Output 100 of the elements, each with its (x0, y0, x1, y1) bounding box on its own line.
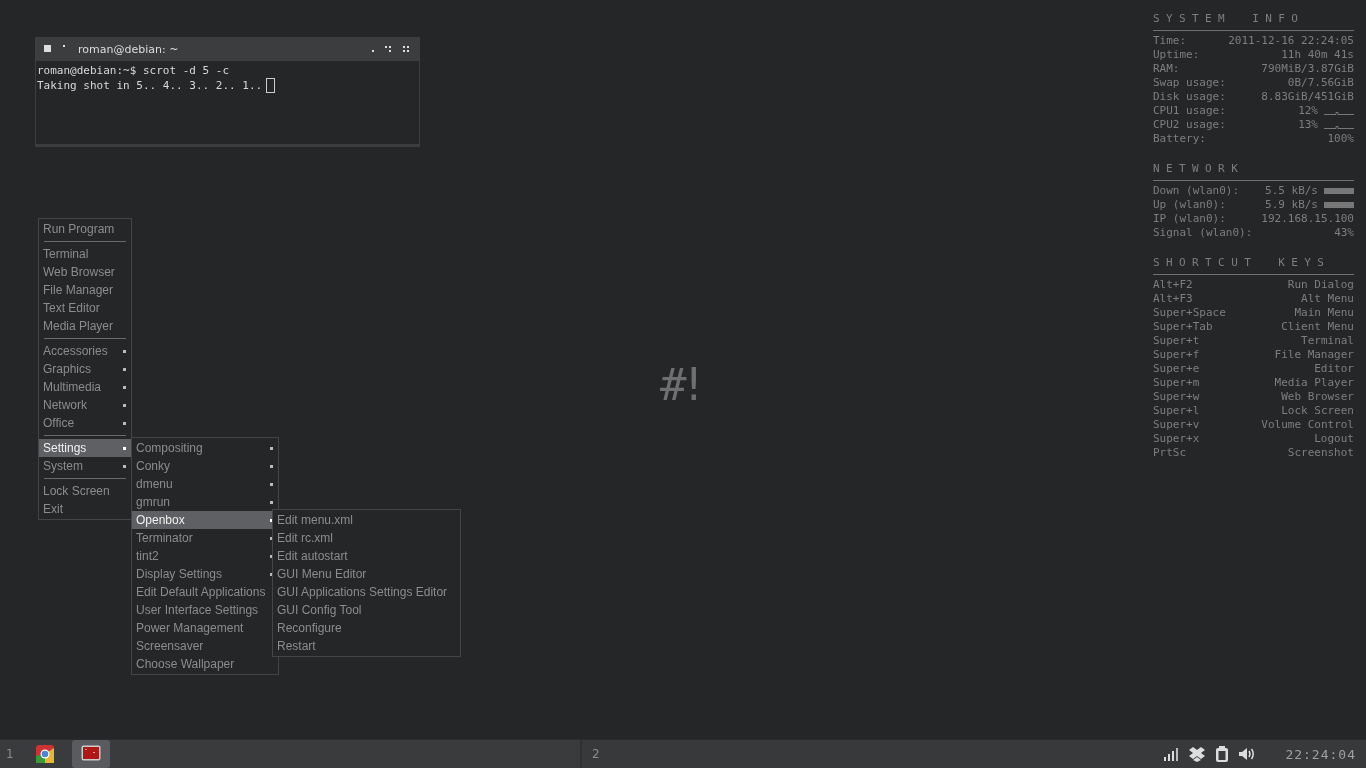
menu-item[interactable]: Media Player (39, 317, 131, 335)
menu-item[interactable]: Multimedia (39, 378, 131, 396)
info-value: 8.83GiB/451GiB (1261, 90, 1354, 104)
info-value: 790MiB/3.87GiB (1261, 62, 1354, 76)
menu-item[interactable]: System (39, 457, 131, 475)
desktop-logo: #! (660, 360, 701, 410)
section-title: SYSTEM INFO (1153, 11, 1306, 27)
menu-item[interactable]: Accessories (39, 342, 131, 360)
info-value: Logout (1314, 432, 1354, 446)
menu-item[interactable]: Edit rc.xml (273, 529, 461, 547)
menu-item[interactable]: Network (39, 396, 131, 414)
info-label: Super+e (1153, 362, 1201, 376)
window-menu-icon[interactable] (44, 45, 52, 53)
section-title: NETWORK (1153, 161, 1246, 177)
info-value: Volume Control (1261, 418, 1354, 432)
menu-item[interactable]: Restart (273, 637, 461, 655)
menu-item[interactable]: dmenu (132, 475, 279, 493)
menu-item[interactable]: File Manager (39, 281, 131, 299)
menu-item[interactable]: Lock Screen (39, 482, 131, 500)
menu-item[interactable]: Conky (132, 457, 279, 475)
battery-icon[interactable] (1215, 746, 1230, 762)
volume-icon[interactable] (1238, 746, 1257, 762)
info-label: Alt+F3 (1153, 292, 1194, 306)
menu-item[interactable]: Terminal (39, 245, 131, 263)
info-value: Screenshot (1287, 446, 1354, 460)
info-label: Time: (1153, 34, 1188, 48)
info-value: 192.168.15.100 (1261, 212, 1354, 226)
info-label: Battery: (1153, 132, 1207, 146)
info-label: Super+t (1153, 334, 1201, 348)
menu-item[interactable]: GUI Applications Settings Editor (273, 583, 461, 601)
info-value: 12% (1298, 104, 1318, 118)
section-title: SHORTCUT KEYS (1153, 255, 1332, 271)
info-label: Super+Tab (1153, 320, 1214, 334)
cpu-graph (1324, 126, 1354, 129)
info-value: 11h 40m 41s (1281, 48, 1354, 62)
info-label: Signal (wlan0): (1153, 226, 1254, 240)
menu-item[interactable]: GUI Config Tool (273, 601, 461, 619)
info-value: 0B/7.56GiB (1287, 76, 1354, 90)
info-label: Up (wlan0): (1153, 198, 1227, 212)
maximize-icon[interactable] (385, 45, 393, 53)
info-value: 5.5 kB/s (1265, 184, 1318, 198)
info-label: Super+w (1153, 390, 1201, 404)
menu-item[interactable]: Settings (39, 439, 131, 457)
info-value: Client Menu (1281, 320, 1354, 334)
info-value: Lock Screen (1281, 404, 1354, 418)
info-value: Media Player (1274, 376, 1354, 390)
menu-item[interactable]: gmrun (132, 493, 279, 511)
info-value: 43% (1334, 226, 1354, 240)
window-title: roman@debian: ~ (78, 42, 179, 56)
info-value: Run Dialog (1287, 278, 1354, 292)
info-label: Super+f (1153, 348, 1201, 362)
info-value: Main Menu (1294, 306, 1354, 320)
menu-item[interactable]: GUI Menu Editor (273, 565, 461, 583)
info-value: Alt Menu (1301, 292, 1354, 306)
speed-bar (1324, 200, 1354, 210)
menu-item[interactable]: Web Browser (39, 263, 131, 281)
terminal-line: Taking shot in 5.. 4.. 3.. 2.. 1.. (37, 78, 263, 93)
menu-item[interactable]: Run Program (39, 220, 131, 238)
chrome-icon (34, 744, 55, 764)
menu-item[interactable]: Choose Wallpaper (132, 655, 279, 673)
info-label: Super+m (1153, 376, 1201, 390)
info-label: CPU2 usage: (1153, 118, 1227, 132)
clock: 22:24:04 (1285, 746, 1356, 762)
info-label: Disk usage: (1153, 90, 1227, 104)
info-label: RAM: (1153, 62, 1181, 76)
terminal-line: roman@debian:~$ scrot -d 5 -c (37, 63, 230, 78)
info-label: Super+x (1153, 432, 1201, 446)
menu-item[interactable]: Office (39, 414, 131, 432)
info-label: CPU1 usage: (1153, 104, 1227, 118)
menu-item[interactable]: Edit autostart (273, 547, 461, 565)
close-icon[interactable] (403, 45, 411, 53)
menu-item[interactable]: Reconfigure (273, 619, 461, 637)
info-value: Terminal (1301, 334, 1354, 348)
terminal-icon (80, 744, 101, 764)
info-value: Web Browser (1281, 390, 1354, 404)
package-icon[interactable] (1188, 746, 1207, 762)
info-label: Super+v (1153, 418, 1201, 432)
info-value: 5.9 kB/s (1265, 198, 1318, 212)
signal-icon[interactable] (1163, 746, 1180, 762)
speed-bar (1324, 186, 1354, 196)
menu-item[interactable]: Compositing (132, 439, 279, 457)
cursor-icon (266, 78, 276, 93)
desktop-number[interactable]: 1 (0, 747, 18, 761)
desktop-number[interactable]: 2 (586, 747, 604, 761)
info-label: Swap usage: (1153, 76, 1227, 90)
info-value: 13% (1298, 118, 1318, 132)
info-label: Super+Space (1153, 306, 1227, 320)
taskbar-button[interactable] (71, 740, 110, 768)
info-label: Uptime: (1153, 48, 1201, 62)
info-label: IP (wlan0): (1153, 212, 1227, 226)
menu-item[interactable]: Text Editor (39, 299, 131, 317)
info-label: Super+l (1153, 404, 1201, 418)
info-label: Alt+F2 (1153, 278, 1194, 292)
menu-item[interactable]: Graphics (39, 360, 131, 378)
menu-item[interactable]: Exit (39, 500, 131, 518)
info-value: 100% (1327, 132, 1354, 146)
info-value: 2011-12-16 22:24:05 (1228, 34, 1354, 48)
cpu-graph (1324, 112, 1354, 115)
info-value: Editor (1314, 362, 1354, 376)
info-label: Down (wlan0): (1153, 184, 1241, 198)
